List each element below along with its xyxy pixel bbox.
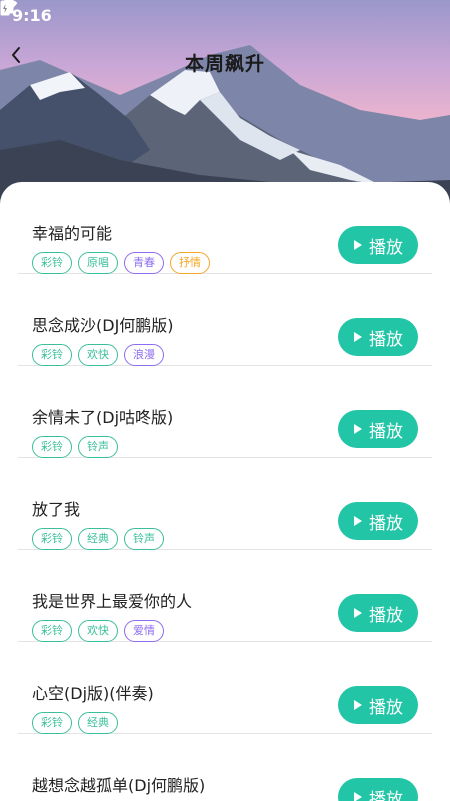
- play-icon: [354, 792, 362, 801]
- tag-list: 彩铃 欢快 浪漫: [32, 344, 174, 366]
- play-icon: [354, 424, 362, 434]
- song-tag: 抒情: [170, 252, 210, 274]
- play-button[interactable]: 播放: [338, 686, 418, 724]
- song-tag: 彩铃: [32, 252, 72, 274]
- song-tag: 经典: [78, 712, 118, 734]
- play-label: 播放: [369, 421, 403, 442]
- song-tag: 爱情: [124, 620, 164, 642]
- play-label: 播放: [369, 605, 403, 626]
- song-title: 放了我: [32, 500, 81, 519]
- play-icon: [354, 608, 362, 618]
- song-tag: 经典: [78, 528, 118, 550]
- tag-list: 彩铃 经典 铃声: [32, 528, 164, 550]
- song-title: 我是世界上最爱你的人: [32, 592, 193, 611]
- status-bar: 9:16: [0, 0, 450, 30]
- song-row[interactable]: 我是世界上最爱你的人 彩铃 欢快 爱情 播放: [18, 550, 432, 642]
- play-button[interactable]: 播放: [338, 318, 418, 356]
- song-row[interactable]: 思念成沙(DJ何鹏版) 彩铃 欢快 浪漫 播放: [18, 274, 432, 366]
- play-icon: [354, 516, 362, 526]
- song-info: 余情未了(Dj咕咚版) 彩铃 铃声: [32, 404, 173, 458]
- play-label: 播放: [369, 789, 403, 801]
- play-button[interactable]: 播放: [338, 594, 418, 632]
- song-row[interactable]: 余情未了(Dj咕咚版) 彩铃 铃声 播放: [18, 366, 432, 458]
- song-list: 幸福的可能 彩铃 原唱 青春 抒情 播放 思念成沙(DJ何鹏版) 彩铃 欢快 浪漫 播放 余情未了(D…: [0, 182, 450, 801]
- tag-list: 彩铃 经典: [32, 712, 154, 734]
- song-info: 幸福的可能彩铃 原唱 青春 抒情: [32, 220, 210, 274]
- title-bar: 本周飙升: [0, 40, 450, 84]
- header-banner: 9:16 本周飙升: [0, 0, 450, 210]
- song-tag: 浪漫: [124, 344, 164, 366]
- song-tag: 彩铃: [32, 712, 72, 734]
- song-tag: 彩铃: [32, 620, 72, 642]
- play-icon: [354, 700, 362, 710]
- song-tag: 铃声: [124, 528, 164, 550]
- song-tag: 青春: [124, 252, 164, 274]
- song-title: 思念成沙(DJ何鹏版): [32, 316, 174, 335]
- song-info: 越想念越孤单(Dj何鹏版): [32, 772, 205, 796]
- song-title: 越想念越孤单(Dj何鹏版): [32, 776, 206, 795]
- play-button[interactable]: 播放: [338, 410, 418, 448]
- back-button[interactable]: [10, 46, 42, 78]
- tag-list: 彩铃 原唱 青春 抒情: [32, 252, 210, 274]
- song-title: 心空(Dj版)(伴奏): [32, 684, 154, 703]
- song-tag: 铃声: [78, 436, 118, 458]
- song-info: 心空(Dj版)(伴奏) 彩铃 经典: [32, 680, 154, 734]
- song-info: 我是世界上最爱你的人 彩铃 欢快 爱情: [32, 588, 192, 642]
- song-row[interactable]: 幸福的可能彩铃 原唱 青春 抒情 播放: [18, 182, 432, 274]
- song-tag: 欢快: [78, 344, 118, 366]
- song-tag: 原唱: [78, 252, 118, 274]
- play-button[interactable]: 播放: [338, 226, 418, 264]
- song-tag: 彩铃: [32, 436, 72, 458]
- play-button[interactable]: 播放: [338, 778, 418, 801]
- play-label: 播放: [369, 513, 403, 534]
- play-label: 播放: [369, 237, 403, 258]
- song-info: 放了我彩铃 经典 铃声: [32, 496, 164, 550]
- play-icon: [354, 332, 362, 342]
- song-title: 余情未了(Dj咕咚版): [32, 408, 174, 427]
- song-tag: 彩铃: [32, 528, 72, 550]
- song-list-card: 幸福的可能 彩铃 原唱 青春 抒情 播放 思念成沙(DJ何鹏版) 彩铃 欢快 浪漫 播放 余情未了(D…: [0, 182, 450, 801]
- song-row[interactable]: 放了我彩铃 经典 铃声 播放: [18, 458, 432, 550]
- play-icon: [354, 240, 362, 250]
- play-label: 播放: [369, 329, 403, 350]
- play-label: 播放: [369, 697, 403, 718]
- song-tag: 彩铃: [32, 344, 72, 366]
- song-row[interactable]: 心空(Dj版)(伴奏) 彩铃 经典 播放: [18, 642, 432, 734]
- song-info: 思念成沙(DJ何鹏版) 彩铃 欢快 浪漫: [32, 312, 174, 366]
- song-tag: 欢快: [78, 620, 118, 642]
- tag-list: 彩铃 欢快 爱情: [32, 620, 192, 642]
- mountain-image: [0, 45, 450, 210]
- tag-list: 彩铃 铃声: [32, 436, 173, 458]
- song-row[interactable]: 越想念越孤单(Dj何鹏版) 播放: [18, 734, 432, 801]
- back-arrow-icon: [12, 47, 20, 63]
- play-button[interactable]: 播放: [338, 502, 418, 540]
- song-title: 幸福的可能: [32, 224, 113, 243]
- page-title: 本周飙升: [184, 52, 265, 75]
